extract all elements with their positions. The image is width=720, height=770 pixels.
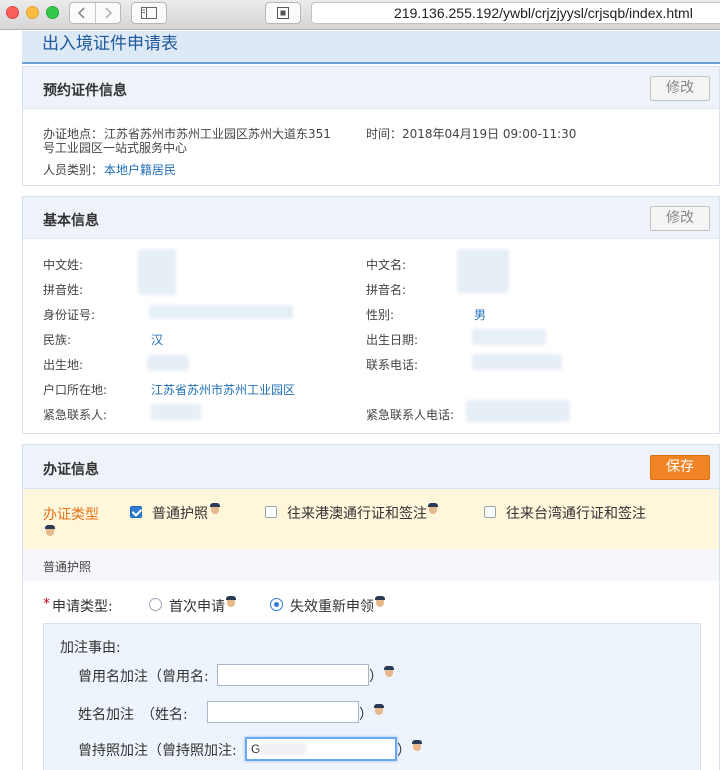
birthdate-value-redacted	[472, 329, 546, 345]
police-icon	[383, 666, 395, 678]
first-application-label: 首次申请	[169, 599, 225, 615]
birthplace-label: 出生地:	[43, 358, 84, 372]
reason-title: 加注事由:	[60, 640, 121, 656]
police-icon	[373, 704, 385, 716]
close-window-icon[interactable]	[6, 6, 19, 19]
police-icon	[427, 503, 439, 515]
police-icon	[209, 503, 221, 515]
basic-info-header: 基本信息 修改	[23, 197, 719, 239]
former-name-label: 曾用名加注（曾用名:	[78, 669, 209, 685]
back-button[interactable]	[70, 3, 95, 23]
given-name-label: 中文名:	[366, 258, 407, 272]
processing-title: 办证信息	[43, 462, 99, 478]
ethnicity-value: 汉	[151, 333, 164, 347]
reader-icon	[277, 7, 289, 19]
surname-value-redacted	[138, 249, 176, 295]
category-value: 本地户籍居民	[104, 163, 177, 177]
page-title-bar: 出入境证件申请表	[22, 31, 720, 64]
passport-checkbox[interactable]	[130, 506, 142, 518]
phone-value-redacted	[472, 354, 562, 370]
appointment-panel-header: 预约证件信息 修改	[23, 67, 719, 109]
held-passport-close-paren: ）	[397, 743, 411, 759]
household-label: 户口所在地:	[43, 383, 108, 397]
chevron-left-icon	[78, 7, 85, 19]
processing-panel: 办证信息 保存 办证类型 普通护照 往来港澳通行证和签注 往来台湾通行证和签注 …	[22, 444, 720, 770]
page-content: 出入境证件申请表 预约证件信息 修改 办证地点： 江苏省苏州市苏州工业园区苏州大…	[0, 31, 720, 770]
minimize-window-icon[interactable]	[26, 6, 39, 19]
taiwan-option-label: 往来台湾通行证和签注	[506, 506, 646, 522]
taiwan-checkbox[interactable]	[484, 506, 496, 518]
emergency-contact-label: 紧急联系人:	[43, 408, 108, 422]
time-value: 2018年04月19日 09:00-11:30	[402, 127, 577, 141]
former-name-close-paren: ）	[369, 669, 383, 685]
basic-info-edit-button[interactable]: 修改	[650, 206, 710, 231]
basic-info-panel: 基本信息 修改 中文姓: 中文名: 拼音姓: 拼音名: 身份证号: 性别: 男 …	[22, 196, 720, 434]
gender-label: 性别:	[366, 308, 395, 322]
browser-toolbar: 219.136.255.192/ywbl/crjzjyysl/crjsqb/in…	[0, 0, 720, 30]
appointment-edit-button[interactable]: 修改	[650, 76, 710, 101]
sidebar-icon	[141, 7, 157, 19]
save-button[interactable]: 保存	[650, 455, 710, 480]
birthdate-label: 出生日期:	[366, 333, 419, 347]
fullscreen-window-icon[interactable]	[46, 6, 59, 19]
processing-header: 办证信息 保存	[23, 445, 719, 489]
forward-button[interactable]	[94, 3, 121, 23]
passport-option-label: 普通护照	[152, 506, 208, 522]
reapply-invalid-radio[interactable]	[270, 598, 283, 611]
page-title: 出入境证件申请表	[42, 34, 178, 54]
police-icon	[225, 596, 237, 608]
held-passport-value-redacted	[260, 743, 306, 755]
reader-button[interactable]	[265, 2, 301, 24]
first-application-radio[interactable]	[149, 598, 162, 611]
appointment-panel: 预约证件信息 修改 办证地点： 江苏省苏州市苏州工业园区苏州大道东351 号工业…	[22, 66, 720, 186]
required-mark: *	[43, 596, 50, 612]
basic-info-title: 基本信息	[43, 213, 99, 229]
name-endorse-input[interactable]	[207, 701, 359, 723]
pinyin-given-label: 拼音名:	[366, 283, 407, 297]
hk-macau-checkbox[interactable]	[265, 506, 277, 518]
household-value: 江苏省苏州市苏州工业园区	[151, 383, 296, 397]
sidebar-toggle-button[interactable]	[131, 2, 167, 24]
held-passport-label: 曾持照加注（曾持照加注:	[78, 743, 237, 759]
time-label: 时间：	[366, 127, 403, 141]
id-number-value-redacted	[149, 305, 293, 319]
police-icon	[374, 596, 386, 608]
passport-section-title: 普通护照	[43, 560, 92, 574]
id-number-label: 身份证号:	[43, 308, 96, 322]
address-bar[interactable]: 219.136.255.192/ywbl/crjzjyysl/crjsqb/in…	[311, 2, 720, 24]
birthplace-value-redacted	[147, 355, 189, 371]
emergency-phone-label: 紧急联系人电话:	[366, 408, 455, 422]
phone-label: 联系电话:	[366, 358, 419, 372]
ethnicity-label: 民族:	[43, 333, 72, 347]
endorsement-reason-box: 加注事由: 曾用名加注（曾用名: ） 姓名加注 （姓名: ） 曾持照加注（曾持照…	[43, 623, 701, 770]
reapply-invalid-label: 失效重新申领	[290, 599, 374, 615]
document-type-label: 办证类型	[43, 507, 99, 523]
history-nav	[69, 2, 121, 24]
hk-macau-option-label: 往来港澳通行证和签注	[287, 506, 427, 522]
surname-label: 中文姓:	[43, 258, 84, 272]
category-label: 人员类别：	[43, 163, 104, 177]
chevron-right-icon	[105, 7, 112, 19]
passport-section-header: 普通护照	[23, 549, 719, 581]
apply-type-label: 申请类型:	[52, 599, 113, 615]
location-line2: 号工业园区一站式服务中心	[43, 141, 188, 155]
former-name-input[interactable]	[217, 664, 369, 686]
given-name-value-redacted	[457, 249, 509, 293]
pinyin-surname-label: 拼音姓:	[43, 283, 84, 297]
police-icon	[411, 740, 423, 752]
police-icon	[44, 525, 56, 537]
name-endorse-close-paren: ）	[359, 707, 373, 723]
emergency-contact-value-redacted	[151, 404, 201, 420]
gender-value: 男	[474, 308, 487, 322]
appointment-panel-title: 预约证件信息	[43, 83, 127, 99]
emergency-phone-value-redacted	[466, 400, 570, 422]
document-type-band: 办证类型 普通护照 往来港澳通行证和签注 往来台湾通行证和签注	[23, 489, 719, 549]
name-endorse-label: 姓名加注 （姓名:	[78, 707, 188, 723]
